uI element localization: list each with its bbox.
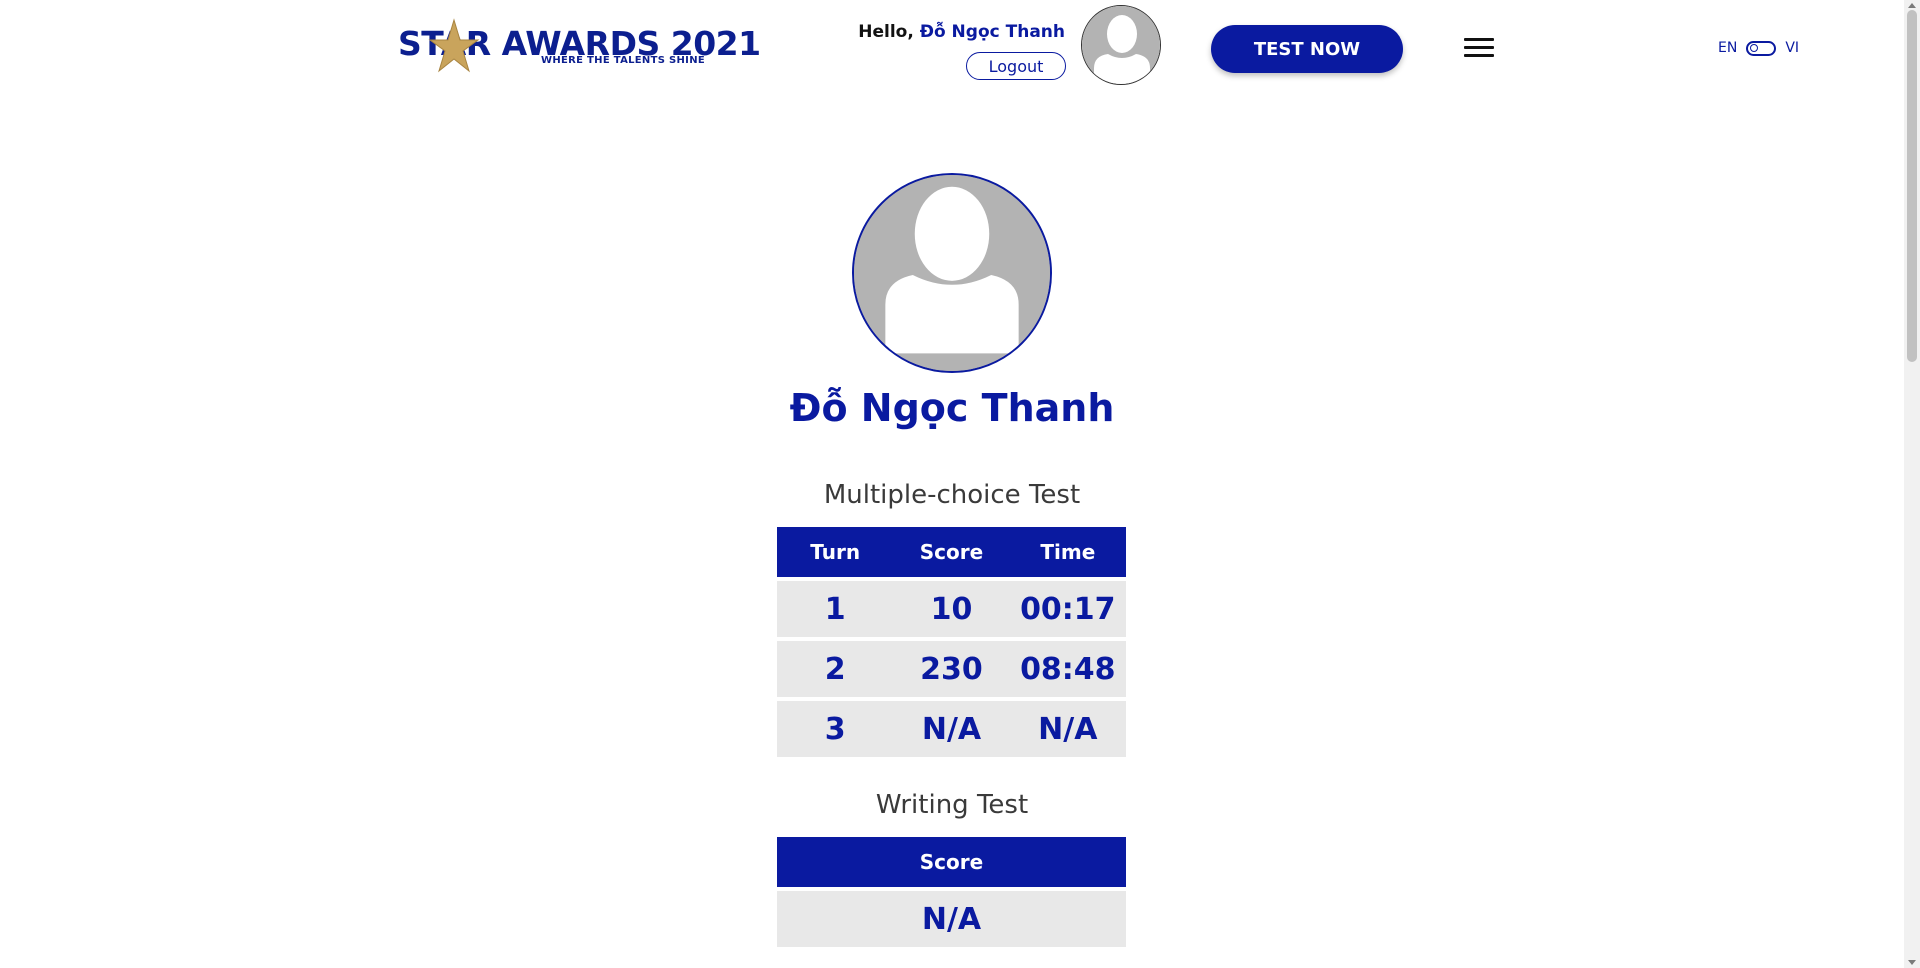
table-row: 1 10 00:17 (777, 581, 1126, 637)
logo-tagline: WHERE THE TALENTS SHINE (541, 55, 705, 66)
language-switcher: EN VI (1718, 40, 1799, 56)
star-icon (428, 18, 480, 73)
column-header-time: Time (1040, 540, 1096, 564)
score-cell: 230 (920, 651, 983, 687)
profile-name: Đỗ Ngọc Thanh (789, 386, 1115, 430)
user-greeting: Hello, Đỗ Ngọc Thanh (858, 22, 1065, 42)
scroll-down-icon[interactable] (1908, 960, 1916, 965)
toggle-knob (1750, 44, 1759, 52)
menu-line (1464, 54, 1494, 57)
turn-cell: 2 (824, 651, 846, 687)
score-cell: N/A (921, 901, 982, 937)
column-header-turn: Turn (810, 540, 861, 564)
table-row: 3 N/A N/A (777, 701, 1126, 757)
time-cell: 08:48 (1020, 651, 1116, 687)
user-avatar-icon (854, 175, 1050, 371)
site-logo[interactable]: STAR AWARDS 2021 WHERE THE TALENTS SHINE (398, 18, 761, 74)
multiple-choice-title: Multiple-choice Test (823, 480, 1081, 510)
writing-test-table: Score N/A (777, 837, 1126, 947)
menu-line (1464, 38, 1494, 41)
column-header-score: Score (919, 850, 984, 874)
logout-button[interactable]: Logout (966, 52, 1066, 80)
menu-line (1464, 46, 1494, 49)
user-avatar-icon (1082, 6, 1160, 84)
page-scrollbar[interactable] (1904, 0, 1920, 968)
hamburger-menu-icon[interactable] (1464, 38, 1494, 60)
time-cell: 00:17 (1020, 591, 1116, 627)
score-cell: 10 (930, 591, 973, 627)
turn-cell: 3 (824, 711, 846, 747)
profile-avatar (852, 173, 1052, 373)
greeting-user-name: Đỗ Ngọc Thanh (919, 22, 1065, 42)
greeting-prefix: Hello, (858, 22, 920, 42)
scroll-thumb[interactable] (1907, 10, 1917, 362)
language-toggle[interactable] (1746, 40, 1777, 56)
table-header: Score (777, 837, 1126, 887)
table-row: 2 230 08:48 (777, 641, 1126, 697)
score-cell: N/A (921, 711, 982, 747)
turn-cell: 1 (824, 591, 846, 627)
lang-en-label[interactable]: EN (1718, 40, 1737, 56)
header-avatar[interactable] (1081, 5, 1161, 85)
writing-test-title: Writing Test (875, 790, 1029, 820)
table-header: Turn Score Time (777, 527, 1126, 577)
time-cell: N/A (1038, 711, 1098, 747)
column-header-score: Score (919, 540, 984, 564)
multiple-choice-table: Turn Score Time 1 10 00:17 2 230 08:48 3… (777, 527, 1126, 757)
scroll-up-icon[interactable] (1908, 3, 1916, 8)
test-now-button[interactable]: TEST NOW (1211, 25, 1403, 73)
table-row: N/A (777, 891, 1126, 947)
lang-vi-label[interactable]: VI (1785, 40, 1799, 56)
